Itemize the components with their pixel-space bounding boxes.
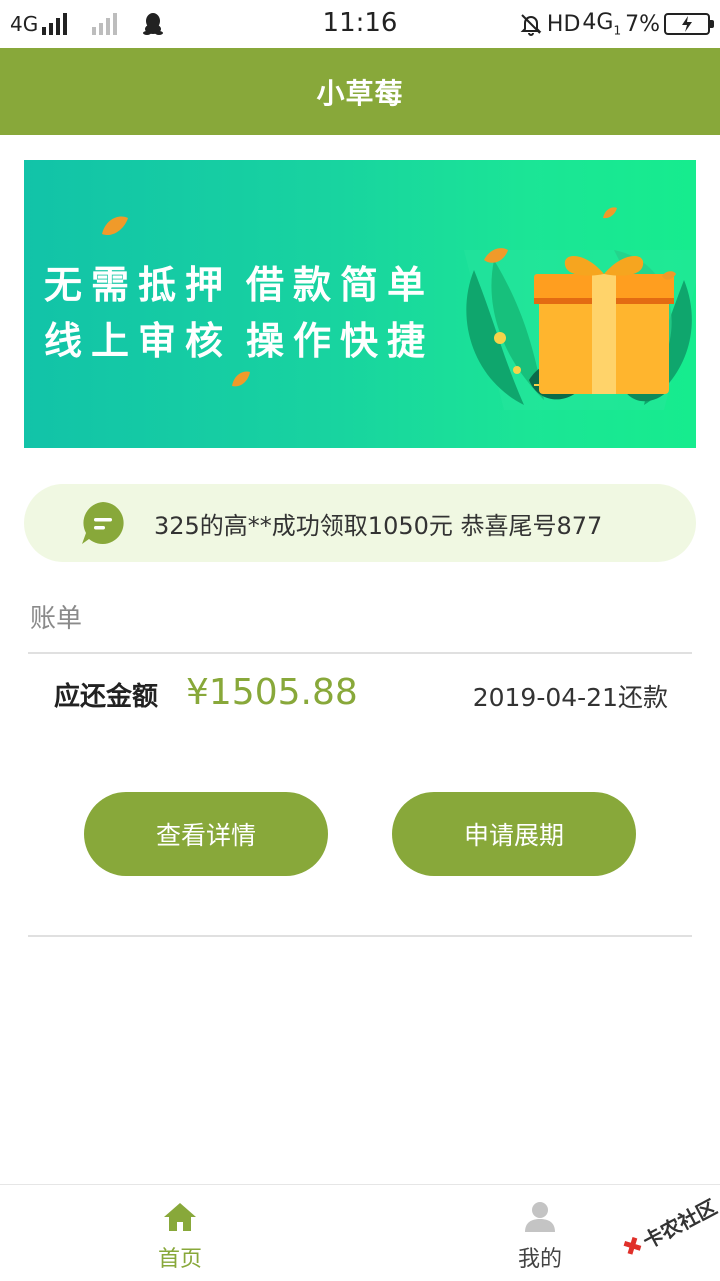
- tab-home[interactable]: 首页: [80, 1185, 280, 1281]
- announcement-text: 325的高**成功领取1050元 恭喜尾号877: [154, 511, 603, 540]
- apply-extension-button[interactable]: 申请展期: [392, 792, 636, 876]
- amount-due-value: ¥1505.88: [186, 672, 358, 713]
- gift-box-illustration: [464, 248, 696, 410]
- battery-icon: [664, 13, 714, 35]
- page-title: 小草莓: [316, 76, 404, 110]
- bill-section-title: 账单: [30, 604, 83, 634]
- battery-percent: 7%: [625, 11, 660, 37]
- status-bar: 4G 11:16 HD 4G1 7%: [0, 0, 720, 48]
- home-icon: [164, 1203, 196, 1231]
- divider: [28, 935, 692, 937]
- app-header: 小草莓: [0, 48, 720, 135]
- hd-indicator: HD: [546, 11, 581, 37]
- user-icon: [525, 1202, 555, 1232]
- view-details-button[interactable]: 查看详情: [84, 792, 328, 876]
- mute-bell-icon: [520, 14, 542, 36]
- watermark-logo: 卡农社区: [616, 1191, 720, 1258]
- tab-mine[interactable]: 我的: [440, 1185, 640, 1281]
- due-date: 2019-04-21还款: [472, 683, 668, 712]
- divider: [28, 652, 692, 654]
- tab-mine-label: 我的: [517, 1247, 562, 1272]
- banner-slogan-line2: 线上审核 操作快捷: [44, 319, 435, 363]
- tab-home-label: 首页: [157, 1247, 202, 1272]
- leaf-icon: [102, 216, 128, 236]
- status-right: HD 4G1 7%: [519, 8, 714, 40]
- amount-due-label: 应还金额: [54, 682, 159, 712]
- leaf-icon: [232, 371, 250, 387]
- promo-banner[interactable]: 无需抵押 借款简单 线上审核 操作快捷: [24, 160, 696, 448]
- message-bubble-icon: [82, 502, 124, 544]
- network-type-right: 4G1: [582, 10, 622, 38]
- announcement-bar: 325的高**成功领取1050元 恭喜尾号877: [24, 484, 696, 562]
- banner-slogan-line1: 无需抵押 借款简单: [44, 263, 435, 307]
